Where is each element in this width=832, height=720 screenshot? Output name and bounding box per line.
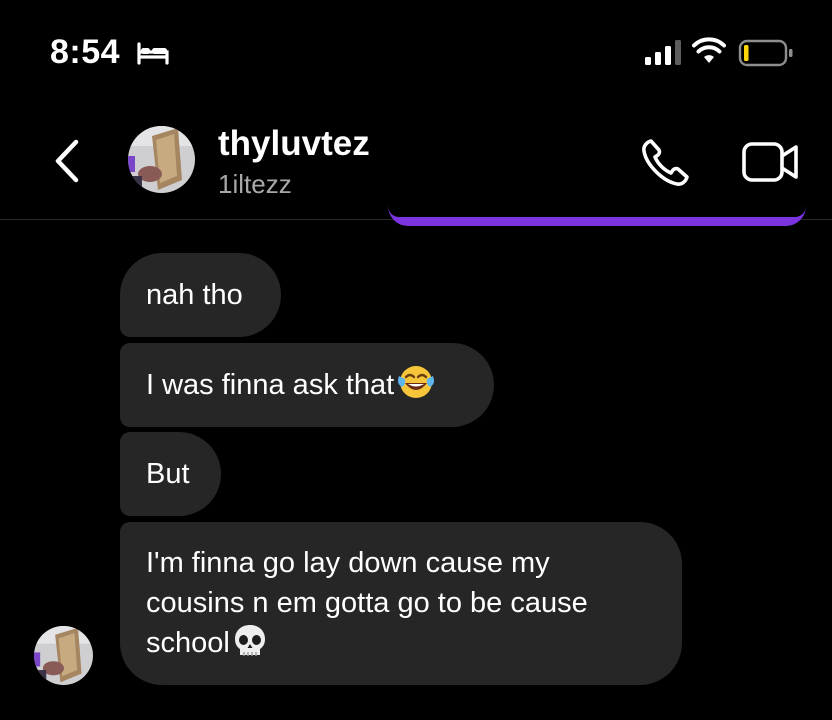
- message-text: But: [146, 458, 190, 490]
- message-thread: nah tho I was finna ask that But I'm fin…: [0, 206, 832, 720]
- received-message-bubble[interactable]: I'm finna go lay down cause my cousins n…: [120, 522, 682, 685]
- bed-icon: [137, 42, 169, 65]
- sender-avatar[interactable]: [34, 626, 93, 685]
- received-message-bubble[interactable]: nah tho: [120, 253, 281, 337]
- status-time: 8:54: [50, 33, 121, 71]
- contact-avatar[interactable]: [128, 126, 195, 193]
- battery-low-icon: [738, 39, 793, 67]
- sent-message-bubble[interactable]: [388, 206, 806, 226]
- dm-screen: 8:54 thyluvtez 1iltezz nah tho I was fin…: [0, 0, 832, 720]
- phone-icon[interactable]: [638, 136, 694, 190]
- received-message-bubble[interactable]: But: [120, 432, 221, 516]
- contact-display-name[interactable]: thyluvtez: [218, 122, 370, 166]
- received-message-bubble[interactable]: I was finna ask that: [120, 343, 494, 427]
- message-text: nah tho: [146, 279, 243, 311]
- face-with-tears-of-joy-icon: [398, 366, 435, 398]
- skull-icon: [234, 625, 265, 657]
- back-button[interactable]: [48, 136, 88, 186]
- wifi-icon: [692, 37, 726, 63]
- status-bar: 8:54: [0, 0, 832, 100]
- cellular-signal-icon: [645, 40, 681, 65]
- video-camera-icon[interactable]: [740, 138, 800, 186]
- contact-username[interactable]: 1iltezz: [218, 168, 292, 200]
- message-text: I was finna ask that: [146, 369, 395, 401]
- message-text: I'm finna go lay down cause my cousins n…: [146, 547, 588, 659]
- chat-header: thyluvtez 1iltezz: [0, 100, 832, 220]
- avatar-image: [34, 626, 93, 685]
- avatar-image: [128, 126, 195, 193]
